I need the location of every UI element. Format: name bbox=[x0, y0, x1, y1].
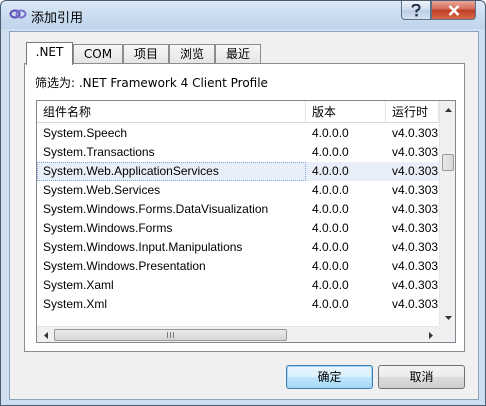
title-bar[interactable]: 添加引用 bbox=[1, 1, 485, 29]
arrow-down-icon bbox=[445, 315, 452, 320]
version-cell: 4.0.0.0 bbox=[312, 202, 349, 216]
list-row[interactable]: System.Speech 4.0.0.0 v4.0.30319 bbox=[37, 124, 439, 143]
component-name-cell: System.Windows.Input.Manipulations bbox=[43, 240, 243, 254]
reference-icon bbox=[9, 9, 27, 19]
list-row[interactable]: System.Windows.Forms 4.0.0.0 v4.0.30319 bbox=[37, 219, 439, 238]
list-header: 组件名称 版本 运行时 bbox=[37, 101, 439, 123]
dialog-client: .NET COM 项目 浏览 最近 筛选为: .NET Framework 4 … bbox=[9, 31, 479, 400]
list-row[interactable]: System.Windows.Presentation 4.0.0.0 v4.0.3… bbox=[37, 257, 439, 276]
runtime-cell: v4.0.30319 bbox=[392, 145, 439, 159]
arrow-up-icon bbox=[445, 107, 452, 112]
component-name-cell: System.Windows.Forms bbox=[43, 221, 173, 235]
filter-label: 筛选为: .NET Framework 4 Client Profile bbox=[35, 76, 268, 90]
list-row[interactable]: System.Windows.Forms.DataVisualization 4.… bbox=[37, 200, 439, 219]
scroll-right-button[interactable] bbox=[422, 327, 439, 342]
close-button[interactable] bbox=[431, 1, 476, 20]
scroll-left-button[interactable] bbox=[37, 327, 54, 342]
version-cell: 4.0.0.0 bbox=[312, 297, 349, 311]
arrow-left-icon bbox=[43, 332, 48, 339]
column-header-name[interactable]: 组件名称 bbox=[37, 101, 306, 123]
scroll-down-button[interactable] bbox=[440, 309, 455, 326]
component-name-cell: System.Transactions bbox=[43, 145, 155, 159]
tab-browse[interactable]: 浏览 bbox=[169, 44, 215, 64]
tab-panel-dotnet: 筛选为: .NET Framework 4 Client Profile 组件名… bbox=[24, 63, 465, 352]
list-row[interactable]: System.Web.ApplicationServices 4.0.0.0 v4.… bbox=[37, 162, 439, 181]
runtime-cell: v4.0.30319 bbox=[392, 278, 439, 292]
runtime-cell: v4.0.30319 bbox=[392, 126, 439, 140]
component-list[interactable]: 组件名称 版本 运行时 System.Speech 4.0.0.0 v4.0.303… bbox=[36, 100, 456, 343]
vertical-scroll-thumb[interactable] bbox=[442, 154, 454, 171]
help-icon bbox=[411, 3, 421, 16]
cancel-button[interactable]: 取消 bbox=[378, 365, 465, 389]
help-button[interactable] bbox=[401, 1, 431, 20]
list-row[interactable]: System.Web.Services 4.0.0.0 v4.0.30319 bbox=[37, 181, 439, 200]
close-icon bbox=[448, 4, 459, 16]
component-name-cell: System.Web.ApplicationServices bbox=[37, 162, 306, 181]
scrollbar-corner bbox=[439, 326, 455, 342]
version-cell: 4.0.0.0 bbox=[312, 164, 349, 178]
runtime-cell: v4.0.30319 bbox=[392, 240, 439, 254]
tab-dotnet[interactable]: .NET bbox=[26, 42, 73, 65]
list-row[interactable]: System.Xml 4.0.0.0 v4.0.30319 bbox=[37, 295, 439, 314]
component-name-cell: System.Xaml bbox=[43, 278, 114, 292]
list-row[interactable]: System.Transactions 4.0.0.0 v4.0.30319 bbox=[37, 143, 439, 162]
arrow-right-icon bbox=[428, 332, 433, 339]
runtime-cell: v4.0.30319 bbox=[392, 202, 439, 216]
version-cell: 4.0.0.0 bbox=[312, 240, 349, 254]
component-name-cell: System.Web.Services bbox=[43, 183, 161, 197]
version-cell: 4.0.0.0 bbox=[312, 145, 349, 159]
component-name-cell: System.Windows.Forms.DataVisualization bbox=[43, 202, 269, 216]
ok-button[interactable]: 确定 bbox=[286, 365, 373, 389]
list-body: System.Speech4.0.0.0v4.0.30319System.Tra… bbox=[37, 124, 439, 317]
runtime-cell: v4.0.30319 bbox=[392, 259, 439, 273]
window-title: 添加引用 bbox=[31, 11, 84, 26]
component-name-cell: System.Windows.Presentation bbox=[43, 259, 206, 273]
horizontal-scrollbar[interactable] bbox=[37, 326, 439, 342]
runtime-cell: v4.0.30319 bbox=[392, 183, 439, 197]
component-name-cell: System.Speech bbox=[43, 126, 128, 140]
horizontal-scroll-thumb[interactable] bbox=[54, 329, 287, 341]
version-cell: 4.0.0.0 bbox=[312, 259, 349, 273]
tab-com[interactable]: COM bbox=[73, 44, 123, 64]
scroll-grip-icon bbox=[167, 332, 174, 338]
list-row[interactable]: System.Xaml 4.0.0.0 v4.0.30319 bbox=[37, 276, 439, 295]
runtime-cell: v4.0.30319 bbox=[392, 297, 439, 311]
tab-recent[interactable]: 最近 bbox=[215, 44, 261, 64]
window-frame: 添加引用 .NET COM 项目 浏览 最近 筛选为: .NET Framewo… bbox=[0, 0, 486, 406]
version-cell: 4.0.0.0 bbox=[312, 126, 349, 140]
version-cell: 4.0.0.0 bbox=[312, 183, 349, 197]
runtime-cell: v4.0.30319 bbox=[392, 221, 439, 235]
vertical-scrollbar[interactable] bbox=[439, 101, 455, 326]
column-header-runtime[interactable]: 运行时 bbox=[386, 101, 439, 123]
version-cell: 4.0.0.0 bbox=[312, 278, 349, 292]
scroll-up-button[interactable] bbox=[440, 101, 455, 118]
column-header-version[interactable]: 版本 bbox=[306, 101, 386, 123]
tab-projects[interactable]: 项目 bbox=[123, 44, 169, 64]
version-cell: 4.0.0.0 bbox=[312, 221, 349, 235]
runtime-cell: v4.0.30319 bbox=[392, 164, 439, 178]
list-row[interactable]: System.Windows.Input.Manipulations 4.0.0.… bbox=[37, 238, 439, 257]
component-name-cell: System.Xml bbox=[43, 297, 108, 311]
